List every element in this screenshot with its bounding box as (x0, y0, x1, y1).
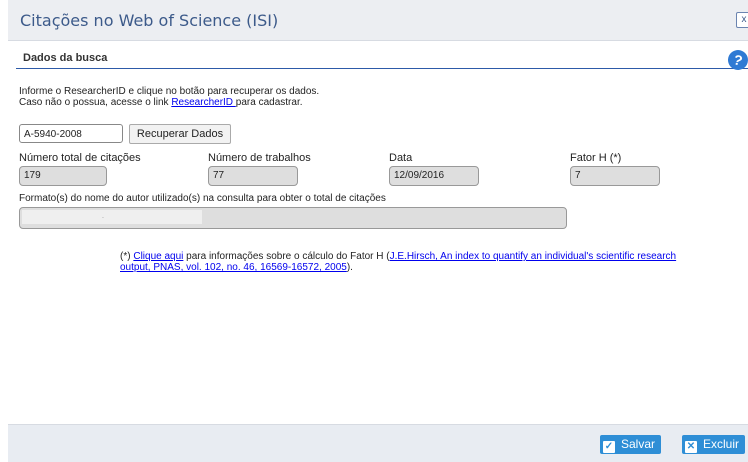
delete-button[interactable]: ✕ Excluir (682, 435, 746, 454)
close-icon[interactable]: x (736, 12, 748, 28)
section-header: Dados da busca (16, 50, 748, 69)
save-button[interactable]: ✓ Salvar (600, 435, 662, 454)
delete-label: Excluir (703, 437, 740, 451)
dialog-title: Citações no Web of Science (ISI) (20, 11, 279, 30)
researcherid-input[interactable]: A-5940-2008 (19, 124, 123, 143)
date-label: Data (389, 152, 413, 164)
save-label: Salvar (621, 437, 656, 451)
num-works-field: 77 (208, 166, 298, 186)
h-index-label: Fator H (*) (570, 152, 622, 164)
note-suffix: ). (346, 262, 353, 273)
title-bar: Citações no Web of Science (ISI) x (8, 0, 748, 41)
note-middle: para informações sobre o cálculo do Fato… (183, 251, 390, 262)
researcherid-link[interactable]: ResearcherID (171, 97, 235, 108)
instructions: Informe o ResearcherID e clique no botão… (19, 86, 319, 108)
author-format-field: . (19, 207, 567, 229)
instructions-line1: Informe o ResearcherID e clique no botão… (19, 86, 320, 97)
author-format-label: Formato(s) do nome do autor utilizado(s)… (19, 193, 386, 204)
total-citations-field: 179 (19, 166, 107, 186)
check-icon: ✓ (603, 441, 615, 453)
h-index-field: 7 (570, 166, 660, 186)
citations-dialog: Citações no Web of Science (ISI) x Dados… (8, 0, 748, 462)
clique-aqui-link[interactable]: Clique aqui (133, 251, 183, 262)
x-icon: ✕ (685, 441, 697, 453)
footer-bar: ✓ Salvar ✕ Excluir (8, 424, 748, 462)
instructions-line2: Caso não o possua, acesse o link Researc… (19, 97, 319, 108)
h-index-note: (*) Clique aqui para informações sobre o… (120, 251, 680, 273)
section-title: Dados da busca (23, 52, 108, 64)
total-citations-label: Número total de citações (19, 152, 141, 164)
instructions-suffix: para cadastrar. (235, 97, 303, 108)
instructions-prefix: Caso não o possua, acesse o link (19, 97, 172, 108)
num-works-label: Número de trabalhos (208, 152, 311, 164)
author-format-value: . (22, 210, 202, 224)
note-prefix: (*) (120, 251, 134, 262)
recuperar-dados-button[interactable]: Recuperar Dados (129, 124, 231, 144)
date-field: 12/09/2016 (389, 166, 479, 186)
